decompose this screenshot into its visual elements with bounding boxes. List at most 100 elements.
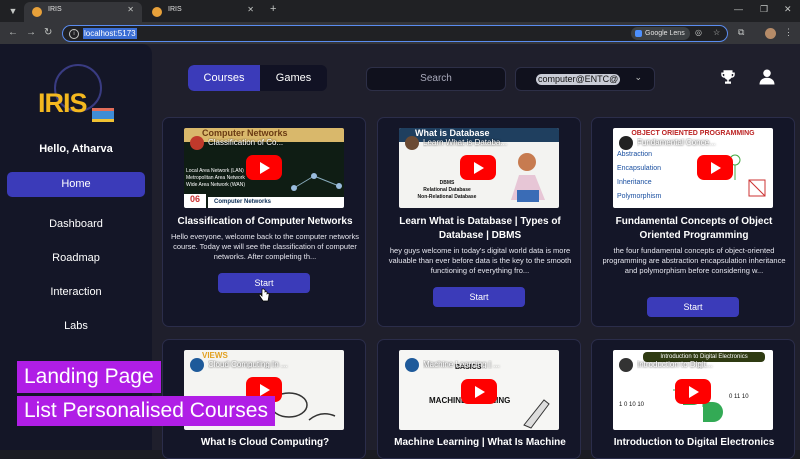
video-title-overlay: Introduction to Digit... [637, 360, 713, 369]
branch-select-value: computer@ENTC@ [536, 74, 621, 85]
sidebar-item-interaction[interactable]: Interaction [0, 286, 152, 298]
browser-window: ▼ IRIS ✕ IRIS ✕ + — ❐ ✕ ← → ↻ i localhos… [0, 0, 800, 459]
course-title: Introduction to Digital Electronics [613, 437, 775, 448]
course-description: hey guys welcome in today's digital worl… [388, 246, 572, 275]
bookmark-star-icon[interactable]: ☆ [713, 28, 720, 37]
tab-title: IRIS [168, 6, 182, 13]
url-text[interactable]: localhost:5173 [83, 28, 137, 39]
search-input[interactable]: Search [366, 67, 506, 91]
video-title-overlay: Classification of Co... [208, 138, 284, 147]
hand-drawing-illustration [523, 399, 550, 429]
course-description: Hello everyone, welcome back to the comp… [171, 232, 360, 261]
course-title: Fundamental Concepts of Object Oriented … [615, 216, 773, 241]
thumb-banner: VIEWS [202, 351, 228, 360]
logo-text: IRIS [38, 88, 88, 118]
channel-avatar [619, 136, 633, 150]
new-tab-icon[interactable]: + [270, 3, 276, 15]
video-thumbnail[interactable]: Computer Networks Local Area Network (LA… [184, 128, 344, 208]
tab-strip: ▼ IRIS ✕ IRIS ✕ + — ❐ ✕ [0, 0, 800, 22]
course-card: Computer Networks Local Area Network (LA… [162, 117, 366, 327]
forward-icon[interactable]: → [26, 27, 36, 39]
start-button[interactable]: Start [433, 287, 525, 307]
channel-avatar [405, 358, 419, 372]
start-button[interactable]: Start [647, 297, 739, 317]
video-title-overlay: Fundamental Conce... [637, 138, 716, 147]
thumb-bits: 1 0 10 10 [619, 402, 645, 408]
course-title: Classification of Computer Networks [177, 216, 353, 227]
extensions-icon[interactable]: ⧉ [738, 27, 744, 38]
minimize-icon[interactable]: — [734, 4, 743, 14]
address-bar[interactable]: i localhost:5173 Google Lens ◎ ☆ [62, 25, 728, 42]
thumb-text: Abstraction Encapsulation Inheritance Polym… [617, 151, 662, 200]
youtube-play-icon[interactable] [246, 155, 282, 180]
user-icon[interactable] [758, 68, 776, 86]
person-illustration [511, 153, 545, 202]
video-title-overlay: Learn What is Databa... [423, 138, 508, 147]
tab-iris[interactable]: IRIS ✕ [144, 2, 262, 22]
lens-label: Google Lens [645, 30, 685, 37]
course-card: What is Database DBMS Relational Database… [377, 117, 581, 327]
close-tab-icon[interactable]: ✕ [247, 5, 254, 14]
maximize-icon[interactable]: ❐ [760, 4, 768, 15]
course-card: OBJECT ORIENTED PROGRAMMING Abstraction E… [591, 117, 795, 327]
iris-favicon-icon [32, 7, 42, 17]
video-thumbnail[interactable]: OBJECT ORIENTED PROGRAMMING Abstraction E… [613, 128, 773, 208]
thumb-footer: Computer Networks [208, 197, 344, 208]
iris-favicon-icon [152, 7, 162, 17]
video-thumbnail[interactable]: What is Database DBMS Relational Database… [399, 128, 559, 208]
tab-search-icon[interactable]: ▼ [6, 4, 20, 18]
course-description: the four fundamental concepts of object-… [602, 246, 786, 275]
caption-list-courses: List Personalised Courses [17, 396, 275, 426]
tab-iris-active[interactable]: IRIS ✕ [24, 2, 142, 22]
thumb-episode-number: 06 [184, 194, 206, 208]
network-diagram [291, 173, 342, 191]
thumb-banner: OBJECT ORIENTED PROGRAMMING [631, 130, 755, 137]
video-thumbnail[interactable]: Introduction to Digital Electronics 1 0 … [613, 350, 773, 430]
close-window-icon[interactable]: ✕ [784, 4, 792, 15]
thumb-text: Local Area Network (LAN) Metropolitan Are… [186, 168, 245, 188]
browser-menu-icon[interactable]: ⋮ [784, 27, 793, 38]
tab-title: IRIS [48, 6, 62, 13]
close-tab-icon[interactable]: ✕ [127, 5, 134, 14]
profile-avatar[interactable] [765, 28, 776, 39]
course-title: Machine Learning | What Is Machine [394, 437, 566, 448]
trophy-icon[interactable] [719, 68, 737, 86]
course-card: BASICS MACHINE LEARNING Machine Learning… [377, 339, 581, 459]
sidebar-item-home[interactable]: Home [7, 172, 145, 197]
caption-landing-page: Landing Page [17, 361, 161, 393]
google-lens-button[interactable]: Google Lens [631, 27, 690, 40]
chevron-down-icon: ⌄ [634, 72, 642, 82]
video-thumbnail[interactable]: BASICS MACHINE LEARNING Machine Learning… [399, 350, 559, 430]
tab-games[interactable]: Games [260, 65, 327, 91]
course-card: Introduction to Digital Electronics 1 0 … [591, 339, 795, 459]
youtube-play-icon[interactable] [675, 379, 711, 404]
sidebar-item-dashboard[interactable]: Dashboard [0, 218, 152, 230]
hand-cursor-icon [258, 288, 270, 302]
branch-select[interactable]: computer@ENTC@ ⌄ [515, 67, 655, 91]
lens-icon [635, 30, 642, 37]
youtube-play-icon[interactable] [460, 155, 496, 180]
iris-logo: IRIS [36, 64, 116, 129]
courses-games-toggle: Courses Games [188, 65, 327, 91]
app-root: IRIS Hello, Atharva Home Dashboard Roadm… [0, 44, 800, 459]
channel-avatar [619, 358, 633, 372]
eye-off-icon[interactable]: ◎ [695, 28, 702, 37]
sidebar-item-labs[interactable]: Labs [0, 320, 152, 332]
video-title-overlay: Machine Learning | ... [423, 360, 500, 369]
video-title-overlay: Cloud Computing In ... [208, 360, 288, 369]
site-info-icon[interactable]: i [69, 29, 79, 39]
channel-avatar [190, 136, 204, 150]
channel-avatar [405, 136, 419, 150]
logo-books-icon [92, 108, 114, 122]
course-title: Learn What is Database | Types of Databa… [399, 216, 561, 241]
channel-avatar [190, 358, 204, 372]
youtube-play-icon[interactable] [461, 379, 497, 404]
back-icon[interactable]: ← [8, 27, 18, 39]
sidebar-item-roadmap[interactable]: Roadmap [0, 252, 152, 264]
thumb-text: DBMS Relational Database Non-Relational Da… [417, 180, 477, 200]
youtube-play-icon[interactable] [697, 155, 733, 180]
course-title: What Is Cloud Computing? [200, 437, 330, 448]
greeting: Hello, Atharva [39, 143, 113, 155]
reload-icon[interactable]: ↻ [44, 27, 52, 39]
tab-courses[interactable]: Courses [188, 65, 260, 91]
